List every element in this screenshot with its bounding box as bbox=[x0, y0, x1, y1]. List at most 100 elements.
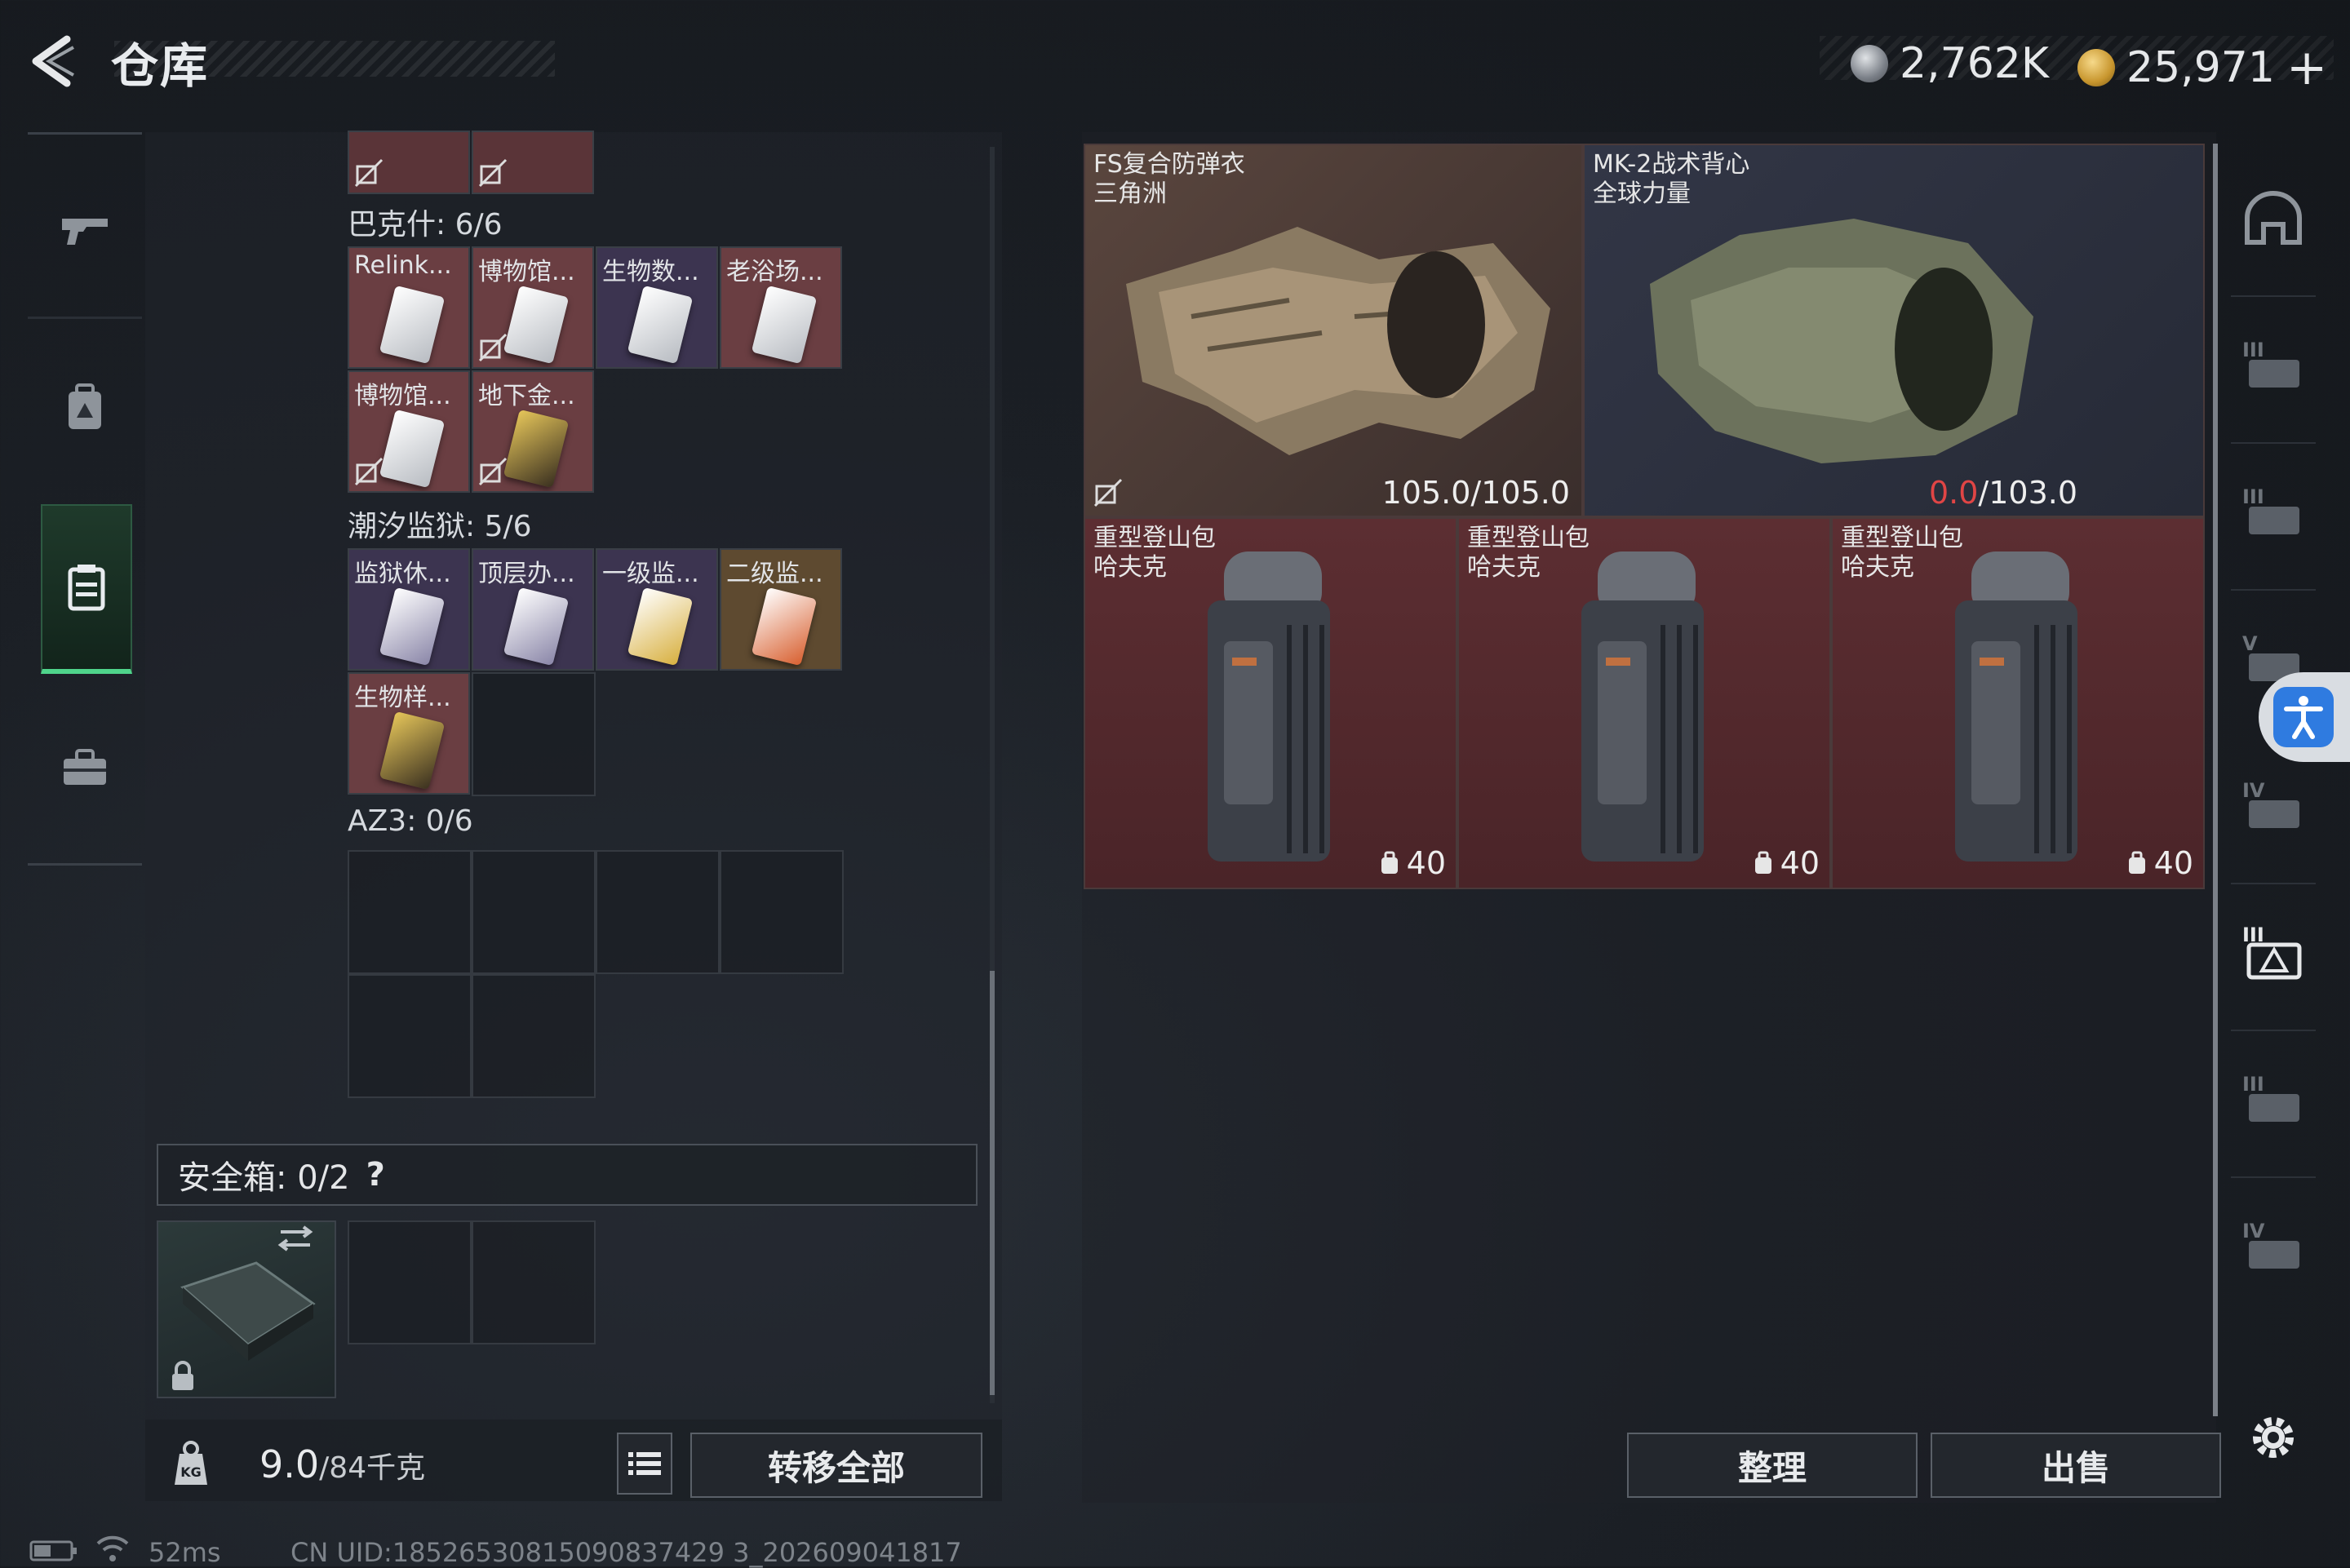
safe-box-help-button[interactable]: ? bbox=[366, 1156, 385, 1194]
armor-tier-icon: III bbox=[2242, 339, 2299, 388]
settings-button[interactable] bbox=[2244, 1408, 2303, 1470]
nav-backpack[interactable] bbox=[41, 362, 129, 452]
nav-helmet[interactable] bbox=[2237, 183, 2309, 255]
item-cell[interactable] bbox=[472, 131, 594, 194]
backpack-icon bbox=[1208, 551, 1330, 862]
armor-slot[interactable]: FS复合防弹衣 三角洲 105.0/105.0 bbox=[1084, 144, 1583, 517]
keycard-cell[interactable]: 顶层办... bbox=[472, 548, 594, 671]
tactical-vest-icon bbox=[1650, 219, 2033, 463]
gear-icon bbox=[2253, 1417, 2294, 1458]
armor-tier-icon: III bbox=[2242, 1073, 2299, 1122]
gold-coin-icon bbox=[2077, 49, 2115, 86]
section-label-bakesh: 巴克什: 6/6 bbox=[348, 208, 503, 241]
gun-icon bbox=[62, 219, 108, 245]
svg-text:III: III bbox=[2242, 485, 2264, 508]
nav-tier3-slot-c[interactable]: III bbox=[2237, 1062, 2309, 1134]
keycard-cell[interactable]: 生物数... bbox=[596, 246, 718, 369]
item-label: Relink... bbox=[354, 251, 452, 280]
keycard-cell[interactable]: 地下金... bbox=[472, 370, 594, 493]
section-label-tidal-prison: 潮汐监狱: 5/6 bbox=[348, 510, 532, 543]
keycard-icon bbox=[379, 409, 446, 489]
item-label: 地下金... bbox=[478, 382, 575, 410]
list-icon bbox=[628, 1452, 661, 1475]
weight-max: /84千克 bbox=[319, 1451, 426, 1485]
vest-durability: 0.0/103.0 bbox=[1928, 475, 2077, 511]
backpack-slot[interactable]: 重型登山包 哈夫克 40 bbox=[1084, 517, 1457, 889]
safe-box-container[interactable] bbox=[157, 1220, 336, 1398]
empty-slot[interactable] bbox=[720, 850, 844, 974]
keycard-cell[interactable]: 二级监... bbox=[720, 548, 842, 671]
keycard-cell[interactable]: 博物馆... bbox=[472, 246, 594, 369]
keycard-cell[interactable]: 老浴场... bbox=[720, 246, 842, 369]
empty-slot[interactable] bbox=[472, 974, 596, 1098]
keycard-icon bbox=[627, 285, 694, 365]
storage-scroll-thumb[interactable] bbox=[990, 971, 995, 1395]
keycard-cell[interactable]: 生物样... bbox=[348, 672, 470, 795]
no-trade-icon bbox=[354, 457, 384, 486]
page-title: 仓库 bbox=[111, 38, 210, 94]
back-arrow-icon bbox=[32, 35, 74, 87]
add-currency-button[interactable]: + bbox=[2286, 39, 2327, 96]
nav-tier3-slot-active[interactable]: III bbox=[2237, 915, 2309, 987]
item-label: 一级监... bbox=[602, 560, 699, 588]
back-button[interactable] bbox=[24, 33, 82, 90]
nav-tier3-slot-a[interactable]: III bbox=[2237, 328, 2309, 400]
nav-tier3-slot-b[interactable]: III bbox=[2237, 475, 2309, 547]
armor-tier-icon: IV bbox=[2242, 779, 2299, 828]
svg-text:III: III bbox=[2242, 339, 2264, 361]
vest-slot[interactable]: MK-2战术背心 全球力量 0.0/103.0 bbox=[1583, 144, 2205, 517]
weight-readout: 9.0/84千克 bbox=[259, 1442, 425, 1486]
nav-tier4-slot-b[interactable]: IV bbox=[2237, 1209, 2309, 1281]
lock-icon bbox=[172, 1361, 193, 1390]
backpack-icon bbox=[1955, 551, 2077, 862]
no-trade-icon bbox=[478, 333, 508, 362]
backpack-icon bbox=[69, 383, 101, 429]
sort-button[interactable]: 整理 bbox=[1627, 1433, 1918, 1498]
empty-slot[interactable] bbox=[348, 850, 472, 974]
backpack-capacity: 40 bbox=[2126, 845, 2193, 881]
empty-slot[interactable] bbox=[596, 850, 720, 974]
list-view-button[interactable] bbox=[617, 1433, 672, 1495]
keycard-cell[interactable]: 监狱休... bbox=[348, 548, 470, 671]
armor-durability: 105.0/105.0 bbox=[1381, 475, 1570, 511]
nav-tier4-slot-a[interactable]: IV bbox=[2237, 768, 2309, 840]
transfer-all-button[interactable]: 转移全部 bbox=[690, 1433, 982, 1498]
keycard-icon bbox=[379, 285, 446, 365]
keycard-cell[interactable]: Relink... bbox=[348, 246, 470, 369]
currency-silver: 2,762K bbox=[1851, 39, 2049, 88]
battery-icon bbox=[29, 1539, 78, 1566]
nav-storage[interactable] bbox=[41, 504, 132, 674]
backpack-capacity: 40 bbox=[1379, 845, 1446, 881]
keycard-icon bbox=[751, 587, 818, 667]
storage-case-icon bbox=[68, 565, 105, 611]
item-label: 监狱休... bbox=[354, 560, 451, 588]
sell-button[interactable]: 出售 bbox=[1931, 1433, 2221, 1498]
empty-slot[interactable] bbox=[348, 974, 472, 1098]
keycard-cell[interactable]: 博物馆... bbox=[348, 370, 470, 493]
item-label: 老浴场... bbox=[726, 258, 823, 286]
ping-readout: 52ms bbox=[149, 1537, 221, 1568]
backpack-slot[interactable]: 重型登山包 哈夫克 40 bbox=[1831, 517, 2205, 889]
weight-icon: KG bbox=[166, 1439, 215, 1491]
accessibility-button[interactable] bbox=[2259, 672, 2350, 762]
safe-box-slot[interactable] bbox=[472, 1220, 596, 1344]
gold-coin-amount: 25,971 bbox=[2126, 43, 2275, 92]
no-trade-icon bbox=[478, 158, 508, 188]
keycard-icon bbox=[503, 285, 570, 365]
category-nav bbox=[28, 132, 142, 866]
svg-text:KG: KG bbox=[180, 1464, 202, 1480]
nav-toolbox[interactable] bbox=[41, 723, 129, 813]
empty-slot[interactable] bbox=[472, 850, 596, 974]
item-cell[interactable] bbox=[348, 131, 470, 194]
keycard-cell[interactable]: 一级监... bbox=[596, 548, 718, 671]
safe-box-slot[interactable] bbox=[348, 1220, 472, 1344]
keycard-icon bbox=[379, 587, 446, 667]
no-trade-icon bbox=[1093, 478, 1123, 507]
backpack-slot[interactable]: 重型登山包 哈夫克 40 bbox=[1457, 517, 1831, 889]
empty-slot[interactable] bbox=[472, 672, 596, 796]
safe-box-header: 安全箱: 0/2 ? bbox=[157, 1144, 978, 1206]
item-label: 生物样... bbox=[354, 684, 451, 712]
user-uid: CN UID:18526530815090837429 3_2026090418… bbox=[290, 1537, 962, 1568]
nav-weapons[interactable] bbox=[41, 186, 129, 276]
svg-text:IV: IV bbox=[2242, 779, 2265, 802]
